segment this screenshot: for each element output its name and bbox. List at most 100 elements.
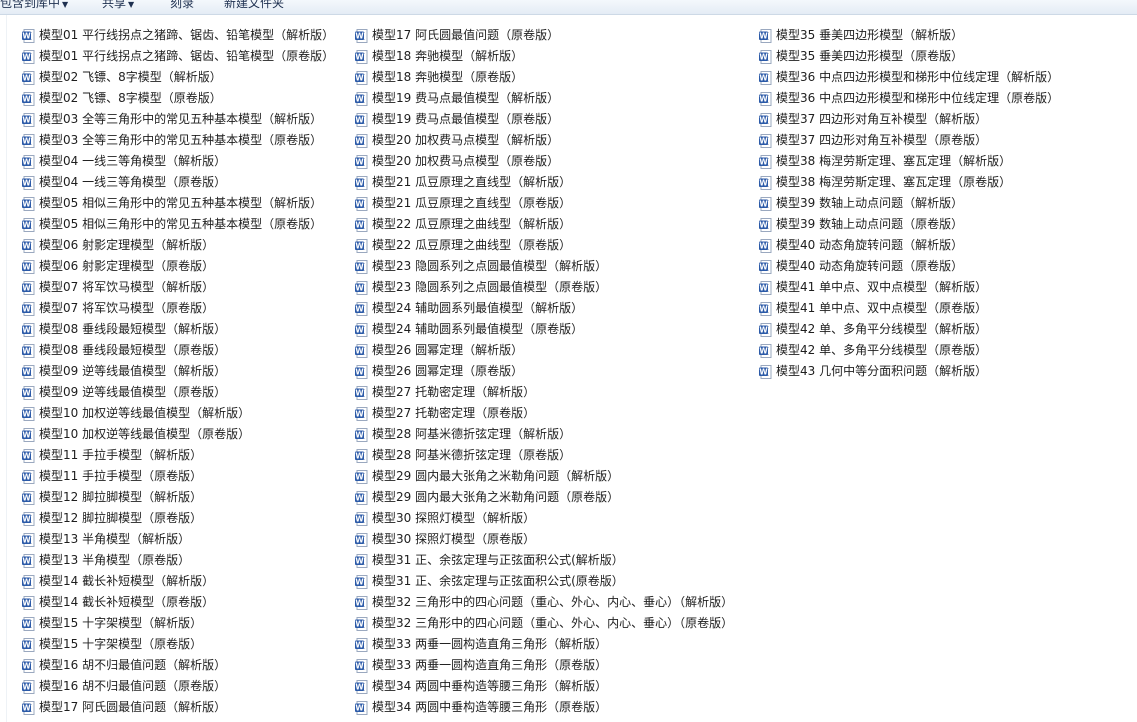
file-item[interactable]: W 模型26 圆幂定理（解析版） bbox=[355, 340, 733, 361]
file-name: 模型36 中点四边形模型和梯形中位线定理（解析版） bbox=[776, 70, 1060, 84]
file-item[interactable]: W 模型16 胡不归最值问题（解析版） bbox=[22, 655, 334, 676]
svg-text:W: W bbox=[22, 556, 31, 565]
file-item[interactable]: W 模型41 单中点、双中点模型（原卷版） bbox=[759, 298, 1059, 319]
svg-text:W: W bbox=[355, 598, 364, 607]
file-name: 模型14 截长补短模型（原卷版） bbox=[39, 595, 215, 609]
file-item[interactable]: W 模型32 三角形中的四心问题（重心、外心、内心、垂心）（原卷版） bbox=[355, 613, 733, 634]
file-item[interactable]: W 模型33 两垂一圆构造直角三角形（解析版） bbox=[355, 634, 733, 655]
file-item[interactable]: W 模型23 隐圆系列之点圆最值模型（解析版） bbox=[355, 256, 733, 277]
file-item[interactable]: W 模型24 辅助圆系列最值模型（解析版） bbox=[355, 298, 733, 319]
file-item[interactable]: W 模型30 探照灯模型（解析版） bbox=[355, 508, 733, 529]
file-item[interactable]: W 模型37 四边形对角互补模型（原卷版） bbox=[759, 130, 1059, 151]
file-item[interactable]: W 模型16 胡不归最值问题（原卷版） bbox=[22, 676, 334, 697]
file-item[interactable]: W 模型19 费马点最值模型（原卷版） bbox=[355, 109, 733, 130]
file-item[interactable]: W 模型13 半角模型（原卷版） bbox=[22, 550, 334, 571]
file-item[interactable]: W 模型10 加权逆等线最值模型（解析版） bbox=[22, 403, 334, 424]
file-item[interactable]: W 模型11 手拉手模型（解析版） bbox=[22, 445, 334, 466]
file-item[interactable]: W 模型12 脚拉脚模型（原卷版） bbox=[22, 508, 334, 529]
new-folder-button[interactable]: 新建文件夹 bbox=[224, 0, 284, 12]
svg-text:W: W bbox=[355, 682, 364, 691]
file-item[interactable]: W 模型39 数轴上动点问题（解析版） bbox=[759, 193, 1059, 214]
file-item[interactable]: W 模型37 四边形对角互补模型（解析版） bbox=[759, 109, 1059, 130]
share-button[interactable]: 共享 ▼ bbox=[102, 0, 134, 12]
file-item[interactable]: W 模型24 辅助圆系列最值模型（原卷版） bbox=[355, 319, 733, 340]
file-item[interactable]: W 模型34 两圆中垂构造等腰三角形（原卷版） bbox=[355, 697, 733, 718]
word-document-icon: W bbox=[22, 259, 35, 274]
file-item[interactable]: W 模型39 数轴上动点问题（原卷版） bbox=[759, 214, 1059, 235]
file-item[interactable]: W 模型03 全等三角形中的常见五种基本模型（解析版） bbox=[22, 109, 334, 130]
word-document-icon: W bbox=[22, 91, 35, 106]
file-item[interactable]: W 模型03 全等三角形中的常见五种基本模型（原卷版） bbox=[22, 130, 334, 151]
file-item[interactable]: W 模型17 阿氏圆最值问题（解析版） bbox=[22, 697, 334, 718]
file-item[interactable]: W 模型13 半角模型（解析版） bbox=[22, 529, 334, 550]
file-item[interactable]: W 模型22 瓜豆原理之曲线型（解析版） bbox=[355, 214, 733, 235]
word-document-icon: W bbox=[355, 70, 368, 85]
file-item[interactable]: W 模型27 托勒密定理（原卷版） bbox=[355, 403, 733, 424]
file-item[interactable]: W 模型11 手拉手模型（原卷版） bbox=[22, 466, 334, 487]
file-item[interactable]: W 模型36 中点四边形模型和梯形中位线定理（原卷版） bbox=[759, 88, 1059, 109]
file-item[interactable]: W 模型41 单中点、双中点模型（解析版） bbox=[759, 277, 1059, 298]
file-item[interactable]: W 模型10 加权逆等线最值模型（原卷版） bbox=[22, 424, 334, 445]
file-item[interactable]: W 模型18 奔驰模型（解析版） bbox=[355, 46, 733, 67]
file-item[interactable]: W 模型18 奔驰模型（原卷版） bbox=[355, 67, 733, 88]
file-item[interactable]: W 模型14 截长补短模型（解析版） bbox=[22, 571, 334, 592]
file-item[interactable]: W 模型29 圆内最大张角之米勒角问题（原卷版） bbox=[355, 487, 733, 508]
file-item[interactable]: W 模型28 阿基米德折弦定理（解析版） bbox=[355, 424, 733, 445]
svg-text:W: W bbox=[22, 703, 31, 712]
file-item[interactable]: W 模型43 几何中等分面积问题（解析版） bbox=[759, 361, 1059, 382]
file-item[interactable]: W 模型14 截长补短模型（原卷版） bbox=[22, 592, 334, 613]
file-item[interactable]: W 模型27 托勒密定理（解析版） bbox=[355, 382, 733, 403]
burn-button[interactable]: 刻录 bbox=[170, 0, 194, 12]
file-item[interactable]: W 模型17 阿氏圆最值问题（原卷版） bbox=[355, 25, 733, 46]
word-document-icon: W bbox=[22, 70, 35, 85]
file-item[interactable]: W 模型15 十字架模型（原卷版） bbox=[22, 634, 334, 655]
file-item[interactable]: W 模型04 一线三等角模型（原卷版） bbox=[22, 172, 334, 193]
file-item[interactable]: W 模型40 动态角旋转问题（原卷版） bbox=[759, 256, 1059, 277]
file-name: 模型18 奔驰模型（解析版） bbox=[372, 49, 524, 63]
file-item[interactable]: W 模型36 中点四边形模型和梯形中位线定理（解析版） bbox=[759, 67, 1059, 88]
file-item[interactable]: W 模型35 垂美四边形模型（解析版） bbox=[759, 25, 1059, 46]
file-item[interactable]: W 模型19 费马点最值模型（解析版） bbox=[355, 88, 733, 109]
file-item[interactable]: W 模型32 三角形中的四心问题（重心、外心、内心、垂心）（解析版） bbox=[355, 592, 733, 613]
file-item[interactable]: W 模型40 动态角旋转问题（解析版） bbox=[759, 235, 1059, 256]
file-item[interactable]: W 模型31 正、余弦定理与正弦面积公式(解析版） bbox=[355, 550, 733, 571]
file-item[interactable]: W 模型23 隐圆系列之点圆最值模型（原卷版） bbox=[355, 277, 733, 298]
file-item[interactable]: W 模型29 圆内最大张角之米勒角问题（解析版） bbox=[355, 466, 733, 487]
file-item[interactable]: W 模型06 射影定理模型（解析版） bbox=[22, 235, 334, 256]
file-item[interactable]: W 模型05 相似三角形中的常见五种基本模型（解析版） bbox=[22, 193, 334, 214]
file-item[interactable]: W 模型35 垂美四边形模型（原卷版） bbox=[759, 46, 1059, 67]
file-item[interactable]: W 模型09 逆等线最值模型（原卷版） bbox=[22, 382, 334, 403]
file-item[interactable]: W 模型15 十字架模型（解析版） bbox=[22, 613, 334, 634]
file-item[interactable]: W 模型30 探照灯模型（原卷版） bbox=[355, 529, 733, 550]
file-item[interactable]: W 模型21 瓜豆原理之直线型（原卷版） bbox=[355, 193, 733, 214]
file-name: 模型02 飞镖、8字模型（解析版） bbox=[39, 70, 222, 84]
file-item[interactable]: W 模型02 飞镖、8字模型（原卷版） bbox=[22, 88, 334, 109]
file-item[interactable]: W 模型04 一线三等角模型（解析版） bbox=[22, 151, 334, 172]
file-item[interactable]: W 模型05 相似三角形中的常见五种基本模型（原卷版） bbox=[22, 214, 334, 235]
file-item[interactable]: W 模型08 垂线段最短模型（解析版） bbox=[22, 319, 334, 340]
file-item[interactable]: W 模型01 平行线拐点之猪蹄、锯齿、铅笔模型（解析版） bbox=[22, 25, 334, 46]
file-item[interactable]: W 模型26 圆幂定理（原卷版） bbox=[355, 361, 733, 382]
svg-text:W: W bbox=[22, 493, 31, 502]
file-item[interactable]: W 模型33 两垂一圆构造直角三角形（原卷版） bbox=[355, 655, 733, 676]
file-item[interactable]: W 模型28 阿基米德折弦定理（原卷版） bbox=[355, 445, 733, 466]
file-item[interactable]: W 模型31 正、余弦定理与正弦面积公式(原卷版） bbox=[355, 571, 733, 592]
file-item[interactable]: W 模型07 将军饮马模型（原卷版） bbox=[22, 298, 334, 319]
file-item[interactable]: W 模型38 梅涅劳斯定理、塞瓦定理（原卷版） bbox=[759, 172, 1059, 193]
include-in-library-button[interactable]: 包含到库中 ▼ bbox=[0, 0, 68, 12]
file-item[interactable]: W 模型20 加权费马点模型（解析版） bbox=[355, 130, 733, 151]
file-item[interactable]: W 模型12 脚拉脚模型（解析版） bbox=[22, 487, 334, 508]
file-item[interactable]: W 模型38 梅涅劳斯定理、塞瓦定理（解析版） bbox=[759, 151, 1059, 172]
file-item[interactable]: W 模型07 将军饮马模型（解析版） bbox=[22, 277, 334, 298]
file-item[interactable]: W 模型42 单、多角平分线模型（解析版） bbox=[759, 319, 1059, 340]
file-item[interactable]: W 模型42 单、多角平分线模型（原卷版） bbox=[759, 340, 1059, 361]
file-item[interactable]: W 模型20 加权费马点模型（原卷版） bbox=[355, 151, 733, 172]
file-item[interactable]: W 模型01 平行线拐点之猪蹄、锯齿、铅笔模型（原卷版） bbox=[22, 46, 334, 67]
file-item[interactable]: W 模型02 飞镖、8字模型（解析版） bbox=[22, 67, 334, 88]
file-item[interactable]: W 模型34 两圆中垂构造等腰三角形（解析版） bbox=[355, 676, 733, 697]
file-item[interactable]: W 模型21 瓜豆原理之直线型（解析版） bbox=[355, 172, 733, 193]
file-item[interactable]: W 模型09 逆等线最值模型（解析版） bbox=[22, 361, 334, 382]
file-item[interactable]: W 模型22 瓜豆原理之曲线型（原卷版） bbox=[355, 235, 733, 256]
file-item[interactable]: W 模型08 垂线段最短模型（原卷版） bbox=[22, 340, 334, 361]
file-item[interactable]: W 模型06 射影定理模型（原卷版） bbox=[22, 256, 334, 277]
